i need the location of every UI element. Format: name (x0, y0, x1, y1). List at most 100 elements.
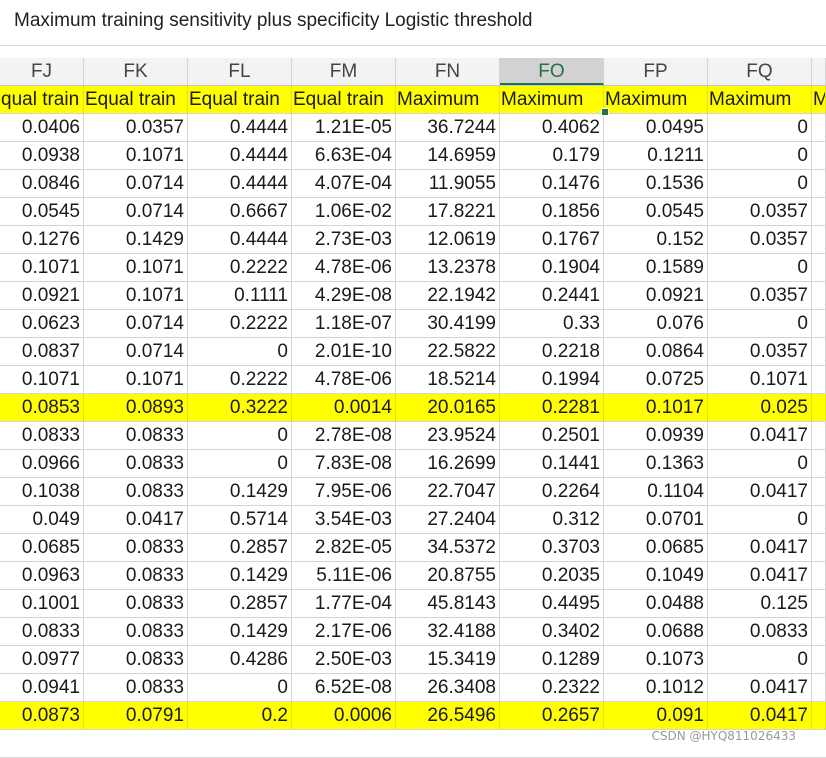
column-header-fo[interactable]: FO (500, 58, 604, 85)
table-cell[interactable]: 0.0977 (0, 646, 84, 673)
table-cell[interactable]: 0.3703 (500, 534, 604, 561)
table-cell[interactable] (812, 590, 826, 617)
table-cell[interactable]: 0.0714 (84, 338, 188, 365)
table-cell[interactable] (812, 478, 826, 505)
table-cell[interactable]: 4.29E-08 (292, 282, 396, 309)
table-cell[interactable]: M (812, 86, 826, 113)
table-cell[interactable]: 0.0791 (84, 702, 188, 729)
table-cell[interactable]: 0.0853 (0, 394, 84, 421)
table-cell[interactable]: 0.0357 (708, 338, 812, 365)
table-cell[interactable]: 0.1276 (0, 226, 84, 253)
table-cell[interactable]: 12.0619 (396, 226, 500, 253)
table-cell[interactable]: 0.1104 (604, 478, 708, 505)
table-cell[interactable]: 0.2222 (188, 254, 292, 281)
table-cell[interactable]: 0.0685 (0, 534, 84, 561)
table-cell[interactable]: 1.06E-02 (292, 198, 396, 225)
table-cell[interactable]: 6.63E-04 (292, 142, 396, 169)
table-cell[interactable] (812, 366, 826, 393)
table-cell[interactable]: 0.2281 (500, 394, 604, 421)
table-cell[interactable]: 0.0921 (0, 282, 84, 309)
table-cell[interactable] (812, 170, 826, 197)
table-cell[interactable]: 0 (708, 114, 812, 141)
table-cell[interactable] (812, 450, 826, 477)
table-cell[interactable]: 22.7047 (396, 478, 500, 505)
table-cell[interactable]: 0.2322 (500, 674, 604, 701)
table-cell[interactable]: 0.2657 (500, 702, 604, 729)
table-cell[interactable]: 0.5714 (188, 506, 292, 533)
table-cell[interactable]: 23.9524 (396, 422, 500, 449)
table-cell[interactable]: 2.50E-03 (292, 646, 396, 673)
table-cell[interactable]: 0.0417 (708, 674, 812, 701)
table-cell[interactable]: 0.0406 (0, 114, 84, 141)
table-cell[interactable]: 0.0837 (0, 338, 84, 365)
table-cell[interactable]: 0.0417 (84, 506, 188, 533)
table-cell[interactable] (812, 394, 826, 421)
table-cell[interactable]: 14.6959 (396, 142, 500, 169)
table-cell[interactable] (812, 226, 826, 253)
table-cell[interactable]: 0.125 (708, 590, 812, 617)
table-cell[interactable]: 0.3402 (500, 618, 604, 645)
table-cell[interactable]: 0.2218 (500, 338, 604, 365)
table-cell[interactable]: 5.11E-06 (292, 562, 396, 589)
table-cell[interactable] (812, 674, 826, 701)
table-cell[interactable]: 18.5214 (396, 366, 500, 393)
table-cell[interactable]: 0.0963 (0, 562, 84, 589)
column-header-fl[interactable]: FL (188, 58, 292, 85)
table-cell[interactable] (812, 618, 826, 645)
table-cell[interactable]: 0.091 (604, 702, 708, 729)
table-cell[interactable]: 0.049 (0, 506, 84, 533)
table-cell[interactable] (812, 506, 826, 533)
table-cell[interactable]: 0.1071 (0, 366, 84, 393)
table-cell[interactable]: 0 (708, 646, 812, 673)
table-cell[interactable]: 0.0833 (84, 450, 188, 477)
table-cell[interactable]: 0.0545 (604, 198, 708, 225)
table-cell[interactable]: 0.1904 (500, 254, 604, 281)
table-cell[interactable]: 22.1942 (396, 282, 500, 309)
table-cell[interactable]: 0 (708, 506, 812, 533)
table-cell[interactable]: Equal train (84, 86, 188, 113)
table-cell[interactable]: 0.2222 (188, 310, 292, 337)
table-cell[interactable]: 2.01E-10 (292, 338, 396, 365)
fill-handle[interactable] (601, 108, 609, 116)
table-cell[interactable]: 0.0714 (84, 170, 188, 197)
table-cell[interactable] (812, 534, 826, 561)
table-cell[interactable] (812, 338, 826, 365)
table-cell[interactable]: 0.1441 (500, 450, 604, 477)
table-cell[interactable]: 13.2378 (396, 254, 500, 281)
table-cell[interactable]: 6.52E-08 (292, 674, 396, 701)
table-cell[interactable]: 0.0873 (0, 702, 84, 729)
table-cell[interactable]: 0.4444 (188, 226, 292, 253)
table-cell[interactable]: 0.2222 (188, 366, 292, 393)
table-cell[interactable]: 30.4199 (396, 310, 500, 337)
table-cell[interactable]: 0.3222 (188, 394, 292, 421)
table-cell[interactable]: 0.1429 (188, 478, 292, 505)
table-cell[interactable]: 0.152 (604, 226, 708, 253)
table-cell[interactable]: 0.1429 (188, 562, 292, 589)
table-cell[interactable]: 0.076 (604, 310, 708, 337)
table-cell[interactable]: 0.0495 (604, 114, 708, 141)
table-cell[interactable]: 0 (188, 338, 292, 365)
table-cell[interactable]: 0.0014 (292, 394, 396, 421)
table-cell[interactable]: 1.77E-04 (292, 590, 396, 617)
column-header-fn[interactable]: FN (396, 58, 500, 85)
table-cell[interactable]: 0.0357 (84, 114, 188, 141)
table-cell[interactable]: 4.78E-06 (292, 366, 396, 393)
table-cell[interactable]: 0.0833 (84, 478, 188, 505)
column-header-fq[interactable]: FQ (708, 58, 812, 85)
table-cell[interactable]: 0.1001 (0, 590, 84, 617)
column-header-fk[interactable]: FK (84, 58, 188, 85)
table-cell[interactable]: 0.2501 (500, 422, 604, 449)
table-cell[interactable]: Equal train (292, 86, 396, 113)
table-cell[interactable]: 0 (708, 310, 812, 337)
table-cell[interactable]: Maximum (708, 86, 812, 113)
table-cell[interactable]: 0.0833 (0, 422, 84, 449)
table-cell[interactable]: 11.9055 (396, 170, 500, 197)
table-cell[interactable]: 0.1017 (604, 394, 708, 421)
table-cell[interactable]: 0.1071 (84, 282, 188, 309)
table-cell[interactable]: 0.2 (188, 702, 292, 729)
table-cell[interactable]: 0.33 (500, 310, 604, 337)
table-cell[interactable]: 0.4495 (500, 590, 604, 617)
table-cell[interactable]: 16.2699 (396, 450, 500, 477)
table-cell[interactable]: 0.6667 (188, 198, 292, 225)
table-cell[interactable] (812, 562, 826, 589)
